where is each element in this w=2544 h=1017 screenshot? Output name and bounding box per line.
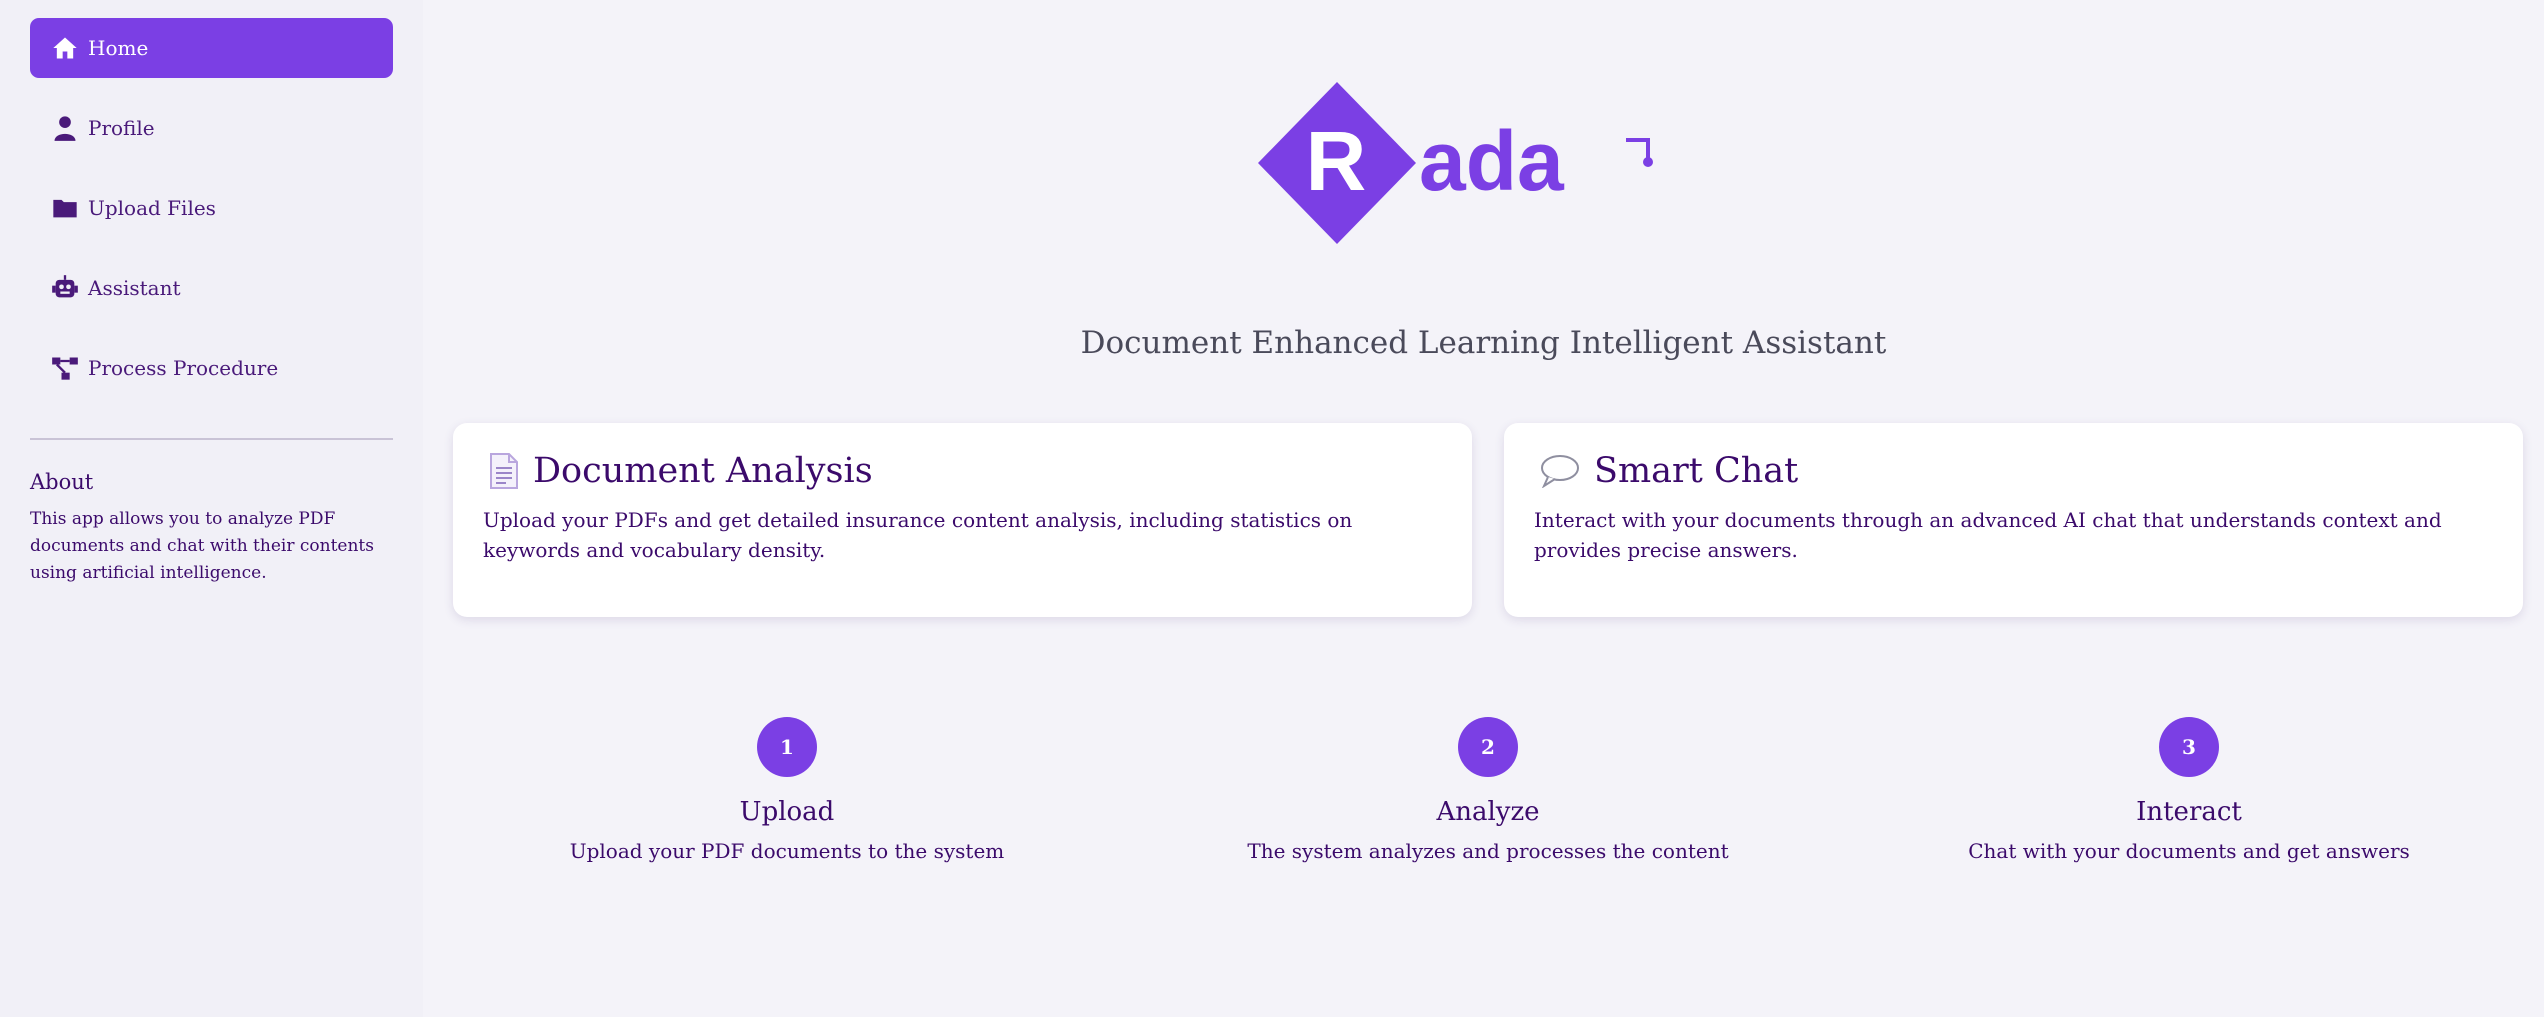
feature-card-document-analysis: Document Analysis Upload your PDFs and g… bbox=[453, 423, 1472, 617]
robot-icon bbox=[50, 273, 80, 303]
sidebar-item-label: Assistant bbox=[88, 276, 181, 300]
step-description: Chat with your documents and get answers bbox=[1968, 839, 2410, 863]
step-title: Upload bbox=[739, 797, 835, 827]
step-number: 1 bbox=[757, 717, 817, 777]
sidebar-item-label: Process Procedure bbox=[88, 356, 279, 380]
card-description: Upload your PDFs and get detailed insura… bbox=[483, 508, 1353, 562]
sidebar-item-profile[interactable]: Profile bbox=[30, 98, 393, 158]
feature-card-smart-chat: Smart Chat Interact with your documents … bbox=[1504, 423, 2523, 617]
sidebar-item-assistant[interactable]: Assistant bbox=[30, 258, 393, 318]
step-analyze: 2 Analyze The system analyzes and proces… bbox=[1188, 717, 1788, 863]
step-description: The system analyzes and processes the co… bbox=[1247, 839, 1729, 863]
step-description: Upload your PDF documents to the system bbox=[569, 839, 1005, 863]
step-title: Analyze bbox=[1436, 797, 1540, 827]
card-title: Smart Chat bbox=[1594, 451, 1799, 491]
about-text: This app allows you to analyze PDF docum… bbox=[30, 509, 374, 583]
page-subtitle: Document Enhanced Learning Intelligent A… bbox=[1080, 325, 1887, 361]
sidebar-divider bbox=[30, 438, 393, 440]
home-icon bbox=[50, 33, 80, 63]
sidebar: Home Profile Upload Files Assistant Proc… bbox=[0, 0, 423, 1017]
speech-bubble-icon bbox=[1540, 454, 1580, 488]
user-icon bbox=[50, 113, 80, 143]
card-description: Interact with your documents through an … bbox=[1534, 508, 2442, 562]
card-title: Document Analysis bbox=[533, 451, 873, 491]
step-number: 3 bbox=[2159, 717, 2219, 777]
sidebar-item-label: Upload Files bbox=[88, 196, 216, 220]
step-number: 2 bbox=[1458, 717, 1518, 777]
diagram-icon bbox=[50, 353, 80, 383]
about-title: About bbox=[30, 470, 94, 494]
sidebar-item-label: Profile bbox=[88, 116, 155, 140]
folder-icon bbox=[50, 193, 80, 223]
sidebar-item-upload-files[interactable]: Upload Files bbox=[30, 178, 393, 238]
sidebar-item-process-procedure[interactable]: Process Procedure bbox=[30, 338, 393, 398]
document-icon bbox=[489, 453, 519, 489]
main-content: R ada Document Enhanced Learning Intelli… bbox=[423, 0, 2544, 1017]
step-interact: 3 Interact Chat with your documents and … bbox=[1889, 717, 2489, 863]
app-logo: R ada bbox=[1258, 82, 1653, 244]
logo-letter: R bbox=[1306, 114, 1367, 208]
step-upload: 1 Upload Upload your PDF documents to th… bbox=[487, 717, 1087, 863]
sidebar-item-home[interactable]: Home bbox=[30, 18, 393, 78]
logo-text: ada bbox=[1419, 114, 1565, 208]
step-title: Interact bbox=[2136, 797, 2242, 827]
sidebar-item-label: Home bbox=[88, 36, 149, 60]
